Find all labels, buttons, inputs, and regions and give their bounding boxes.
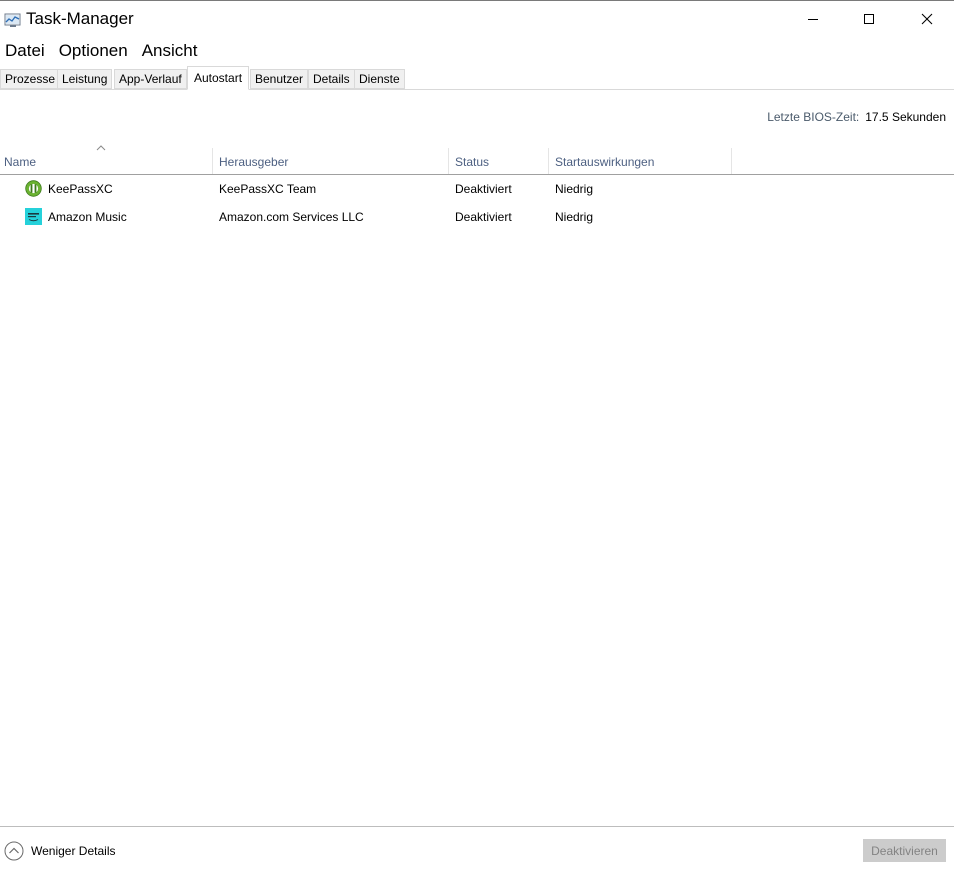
footer-border — [0, 826, 954, 827]
row-impact: Niedrig — [555, 210, 594, 224]
column-separator[interactable] — [212, 148, 213, 174]
menu-ansicht[interactable]: Ansicht — [137, 38, 205, 64]
fewer-details-button[interactable]: Weniger Details — [4, 840, 115, 862]
row-status: Deaktiviert — [455, 182, 512, 196]
tab-leistung[interactable]: Leistung — [57, 69, 113, 89]
tab-benutzer[interactable]: Benutzer — [250, 69, 309, 89]
minimize-button[interactable] — [790, 2, 836, 36]
column-header-startauswirkungen[interactable]: Startauswirkungen — [555, 155, 654, 169]
chevron-up-circle-icon — [4, 841, 24, 861]
column-header-name[interactable]: Name — [4, 155, 36, 169]
column-separator[interactable] — [448, 148, 449, 174]
close-icon — [921, 13, 933, 25]
window-title: Task-Manager — [26, 9, 134, 28]
tab-autostart[interactable]: Autostart — [187, 66, 250, 90]
column-separator[interactable] — [731, 148, 732, 174]
menu-datei[interactable]: Datei — [0, 38, 52, 64]
column-header-status[interactable]: Status — [455, 155, 489, 169]
fewer-details-label: Weniger Details — [31, 844, 116, 858]
row-impact: Niedrig — [555, 182, 594, 196]
keepassxc-icon — [25, 180, 42, 197]
row-name: KeePassXC — [48, 182, 113, 196]
column-separator[interactable] — [548, 148, 549, 174]
title-bar: Task-Manager — [0, 1, 954, 37]
row-publisher: KeePassXC Team — [219, 182, 317, 196]
table-row[interactable]: KeePassXC KeePassXC Team Deaktiviert Nie… — [0, 175, 954, 203]
tab-app-verlauf[interactable]: App-Verlauf — [114, 69, 187, 89]
bios-time-value: 17.5 Sekunden — [865, 110, 946, 124]
maximize-button[interactable] — [846, 2, 892, 36]
sort-ascending-icon — [96, 145, 106, 151]
row-publisher: Amazon.com Services LLC — [219, 210, 364, 224]
disable-button[interactable]: Deaktivieren — [863, 839, 946, 862]
row-name: Amazon Music — [48, 210, 127, 224]
tab-prozesse[interactable]: Prozesse — [0, 69, 61, 89]
bios-time-label: Letzte BIOS-Zeit: — [767, 110, 860, 124]
tab-details[interactable]: Details — [308, 69, 355, 89]
maximize-icon — [864, 14, 874, 24]
tab-dienste[interactable]: Dienste — [354, 69, 405, 89]
tab-strip-border — [0, 89, 954, 90]
task-manager-icon — [4, 13, 21, 27]
close-button[interactable] — [904, 2, 950, 36]
menu-bar: Datei Optionen Ansicht — [0, 38, 206, 64]
column-header-herausgeber[interactable]: Herausgeber — [219, 155, 288, 169]
row-status: Deaktiviert — [455, 210, 512, 224]
table-row[interactable]: Amazon Music Amazon.com Services LLC Dea… — [0, 203, 954, 231]
bios-time: Letzte BIOS-Zeit: 17.5 Sekunden — [767, 110, 946, 124]
menu-optionen[interactable]: Optionen — [54, 38, 135, 64]
amazon-music-icon — [25, 208, 42, 225]
minimize-icon — [808, 19, 818, 20]
